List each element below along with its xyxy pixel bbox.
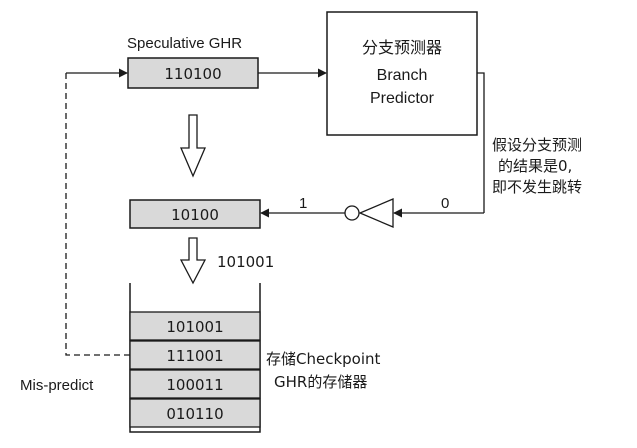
bit-in-label: 0 <box>441 195 449 212</box>
speculative-ghr-value: 110100 <box>164 65 221 83</box>
inverter-triangle <box>358 198 394 228</box>
mispredict-restore-path <box>65 73 130 356</box>
checkpoint-store-label-line1: 存储Checkpoint <box>266 350 381 368</box>
assumption-line3: 即不发生跳转 <box>492 178 582 196</box>
checkpoint-store-label-line2: GHR的存储器 <box>274 373 367 391</box>
predictor-chinese-label: 分支预测器 <box>362 38 442 57</box>
checkpoint-down-arrow <box>179 237 207 285</box>
shift-down-arrow <box>180 114 206 178</box>
stack-entry-value: 101001 <box>166 318 223 336</box>
mispredict-label: Mis-predict <box>20 377 94 394</box>
shifted-ghr-value: 10100 <box>171 206 219 224</box>
bit-out-label: 1 <box>299 195 307 212</box>
stack-entry-value: 010110 <box>166 405 223 423</box>
inverter-bubble <box>344 205 360 221</box>
assumption-line1: 假设分支预测 <box>492 136 582 154</box>
speculative-ghr-label: Speculative GHR <box>127 35 242 52</box>
assumption-line2: 的结果是0, <box>498 157 572 175</box>
predictor-label-line2: Branch <box>377 67 428 84</box>
predictor-output-line <box>477 72 485 213</box>
predictor-label-line3: Predictor <box>370 90 435 107</box>
stack-entry-value: 100011 <box>166 376 223 394</box>
checkpoint-push-value: 101001 <box>217 253 274 271</box>
ghr-checkpoint-diagram: Speculative GHR 110100 分支预测器 Branch Pred… <box>20 11 582 433</box>
stack-entry-value: 111001 <box>166 347 223 365</box>
